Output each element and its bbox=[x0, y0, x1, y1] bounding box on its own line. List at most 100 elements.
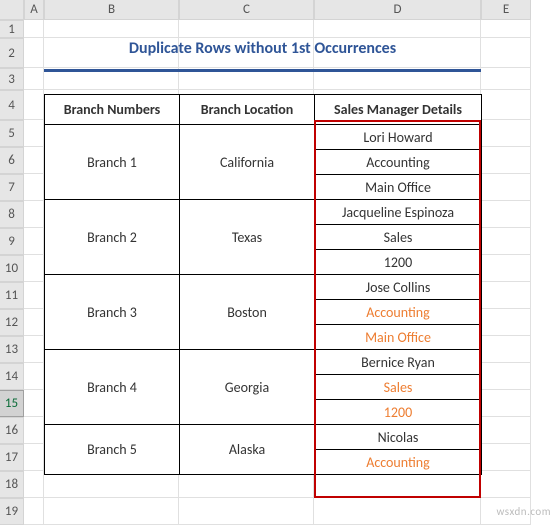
grid-cell[interactable] bbox=[179, 471, 314, 498]
row-header-3[interactable]: 3 bbox=[0, 68, 24, 90]
grid-cell[interactable] bbox=[24, 417, 44, 444]
grid-cell[interactable] bbox=[24, 120, 44, 147]
grid-cell[interactable] bbox=[24, 147, 44, 174]
col-header-B[interactable]: B bbox=[44, 0, 179, 20]
grid-cell[interactable] bbox=[481, 90, 531, 120]
grid-cell[interactable] bbox=[481, 471, 531, 498]
grid-cell[interactable] bbox=[44, 498, 179, 525]
row-header-13[interactable]: 13 bbox=[0, 336, 24, 363]
cell-detail[interactable]: Jose Collins bbox=[315, 275, 482, 300]
cell-branch[interactable]: Branch 2 bbox=[45, 200, 180, 275]
grid-cell[interactable] bbox=[481, 68, 531, 90]
cell-location[interactable]: Texas bbox=[180, 200, 315, 275]
data-table: Branch Numbers Branch Location Sales Man… bbox=[44, 94, 482, 475]
table-row: Branch 2TexasJacqueline Espinoza bbox=[45, 200, 482, 225]
row-header-6[interactable]: 6 bbox=[0, 147, 24, 174]
row-header-4[interactable]: 4 bbox=[0, 90, 24, 120]
cell-detail[interactable]: Accounting bbox=[315, 300, 482, 325]
grid-cell[interactable] bbox=[24, 174, 44, 201]
grid-cell[interactable] bbox=[24, 444, 44, 471]
grid-cell[interactable] bbox=[314, 498, 481, 525]
grid-cell[interactable] bbox=[481, 417, 531, 444]
th-sales-manager[interactable]: Sales Manager Details bbox=[315, 95, 482, 125]
grid-cell[interactable] bbox=[24, 363, 44, 390]
grid-cell[interactable] bbox=[24, 68, 44, 90]
grid-cell[interactable] bbox=[24, 228, 44, 255]
cell-location[interactable]: Alaska bbox=[180, 425, 315, 475]
col-header-C[interactable]: C bbox=[179, 0, 314, 20]
cell-detail[interactable]: Main Office bbox=[315, 325, 482, 350]
cell-location[interactable]: California bbox=[180, 125, 315, 200]
grid-cell[interactable] bbox=[481, 20, 531, 38]
row-header-16[interactable]: 16 bbox=[0, 417, 24, 444]
grid-cell[interactable] bbox=[481, 201, 531, 228]
grid-cell[interactable] bbox=[44, 471, 179, 498]
cell-detail[interactable]: 1200 bbox=[315, 400, 482, 425]
grid-cell[interactable] bbox=[481, 174, 531, 201]
grid-cell[interactable] bbox=[24, 390, 44, 417]
cell-branch[interactable]: Branch 3 bbox=[45, 275, 180, 350]
row-header-7[interactable]: 7 bbox=[0, 174, 24, 201]
grid-cell[interactable] bbox=[481, 309, 531, 336]
row-header-5[interactable]: 5 bbox=[0, 120, 24, 147]
grid-cell[interactable] bbox=[24, 90, 44, 120]
row-header-8[interactable]: 8 bbox=[0, 201, 24, 228]
cell-location[interactable]: Georgia bbox=[180, 350, 315, 425]
row-header-11[interactable]: 11 bbox=[0, 282, 24, 309]
cell-detail[interactable]: Sales bbox=[315, 375, 482, 400]
cell-detail[interactable]: Lori Howard bbox=[315, 125, 482, 150]
row-header-2[interactable]: 2 bbox=[0, 38, 24, 68]
cell-branch[interactable]: Branch 5 bbox=[45, 425, 180, 475]
grid-cell[interactable] bbox=[314, 471, 481, 498]
col-header-A[interactable]: A bbox=[24, 0, 44, 20]
th-branch-location[interactable]: Branch Location bbox=[180, 95, 315, 125]
grid-cell[interactable] bbox=[481, 147, 531, 174]
grid-cell[interactable] bbox=[24, 255, 44, 282]
table-row: Branch 5AlaskaNicolas bbox=[45, 425, 482, 450]
row-header-17[interactable]: 17 bbox=[0, 444, 24, 471]
grid-cell[interactable] bbox=[24, 20, 44, 38]
row-header-9[interactable]: 9 bbox=[0, 228, 24, 255]
grid-cell[interactable] bbox=[481, 363, 531, 390]
cell-branch[interactable]: Branch 1 bbox=[45, 125, 180, 200]
grid-cell[interactable] bbox=[24, 282, 44, 309]
grid-cell[interactable] bbox=[481, 282, 531, 309]
row-header-12[interactable]: 12 bbox=[0, 309, 24, 336]
grid-cell[interactable] bbox=[24, 498, 44, 525]
grid-cell[interactable] bbox=[481, 255, 531, 282]
column-headers-row: A B C D E bbox=[0, 0, 557, 20]
select-all-corner[interactable] bbox=[0, 0, 24, 20]
grid-cell[interactable] bbox=[481, 228, 531, 255]
grid-cell[interactable] bbox=[24, 336, 44, 363]
cell-detail[interactable]: Jacqueline Espinoza bbox=[315, 200, 482, 225]
cell-detail[interactable]: Bernice Ryan bbox=[315, 350, 482, 375]
row-header-14[interactable]: 14 bbox=[0, 363, 24, 390]
col-header-E[interactable]: E bbox=[481, 0, 531, 20]
grid-cell[interactable] bbox=[481, 336, 531, 363]
cell-detail[interactable]: Accounting bbox=[315, 150, 482, 175]
row-header-15[interactable]: 15 bbox=[0, 390, 24, 417]
grid-cell[interactable] bbox=[481, 444, 531, 471]
grid-cell[interactable] bbox=[179, 498, 314, 525]
row-header-10[interactable]: 10 bbox=[0, 255, 24, 282]
grid-cell[interactable] bbox=[481, 120, 531, 147]
grid-cell[interactable] bbox=[24, 309, 44, 336]
row-header-19[interactable]: 19 bbox=[0, 498, 24, 525]
cell-detail[interactable]: 1200 bbox=[315, 250, 482, 275]
cell-branch[interactable]: Branch 4 bbox=[45, 350, 180, 425]
table-row: Branch 4GeorgiaBernice Ryan bbox=[45, 350, 482, 375]
cell-detail[interactable]: Main Office bbox=[315, 175, 482, 200]
cell-detail[interactable]: Nicolas bbox=[315, 425, 482, 450]
grid-cell[interactable] bbox=[24, 471, 44, 498]
cell-detail[interactable]: Accounting bbox=[315, 450, 482, 475]
grid-cell[interactable] bbox=[481, 390, 531, 417]
cell-location[interactable]: Boston bbox=[180, 275, 315, 350]
th-branch-numbers[interactable]: Branch Numbers bbox=[45, 95, 180, 125]
row-header-1[interactable]: 1 bbox=[0, 20, 24, 38]
cell-detail[interactable]: Sales bbox=[315, 225, 482, 250]
grid-cell[interactable] bbox=[481, 38, 531, 68]
col-header-D[interactable]: D bbox=[314, 0, 481, 20]
grid-cell[interactable] bbox=[24, 201, 44, 228]
grid-cell[interactable] bbox=[24, 38, 44, 68]
row-header-18[interactable]: 18 bbox=[0, 471, 24, 498]
